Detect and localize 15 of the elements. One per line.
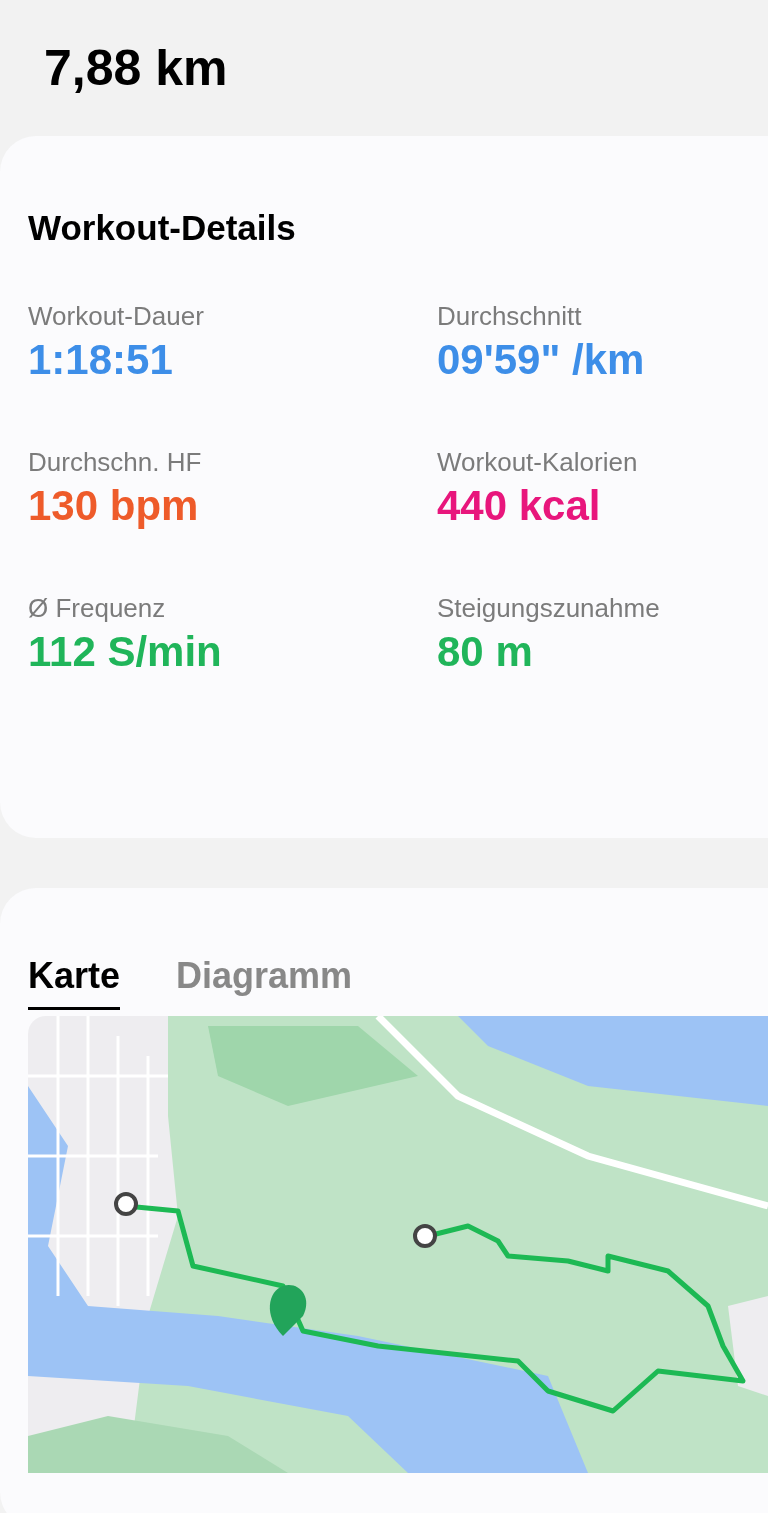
metric-label: Workout-Kalorien [437, 446, 638, 479]
metric-value: 80 m [437, 627, 533, 677]
metric-label: Durchschn. HF [28, 446, 202, 479]
metric-label: Steigungszunahme [437, 592, 660, 625]
metric-value: 09'59" /km [437, 335, 645, 385]
metric-label: Durchschnitt [437, 300, 582, 333]
metric-label: Ø Frequenz [28, 592, 166, 625]
metric-value: 1:18:51 [28, 335, 173, 385]
metric-label: Workout-Dauer [28, 300, 204, 333]
metric-value: 130 bpm [28, 481, 199, 531]
tab[interactable]: Karte [28, 944, 121, 1010]
card-title: Workout-Details [28, 207, 296, 249]
metric-value: 440 kcal [437, 481, 601, 531]
distance-value: 7,88 km [44, 40, 228, 96]
metric-value: 112 S/min [28, 627, 222, 677]
